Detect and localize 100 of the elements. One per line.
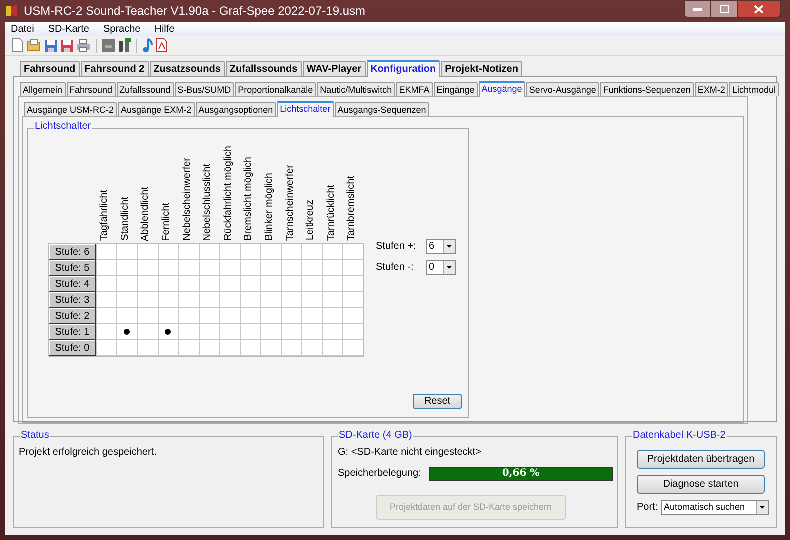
grid-cell[interactable] xyxy=(219,292,240,308)
grid-cell[interactable] xyxy=(198,308,220,324)
grid-cell[interactable] xyxy=(301,276,322,292)
tab[interactable]: Ausgänge xyxy=(478,81,526,97)
grid-cell[interactable] xyxy=(116,276,137,292)
tab[interactable]: Lichtmodul xyxy=(729,82,779,96)
tab[interactable]: Eingänge xyxy=(434,82,478,96)
grid-cell[interactable] xyxy=(96,244,116,260)
tab[interactable]: Fahrsound xyxy=(66,82,116,96)
maximize-button[interactable] xyxy=(711,0,737,18)
tab[interactable]: Proportionalkanäle xyxy=(235,82,316,96)
grid-cell[interactable] xyxy=(260,292,281,308)
grid-cell[interactable] xyxy=(301,324,322,340)
menu-item[interactable]: Hilfe xyxy=(154,22,175,36)
grid-cell[interactable] xyxy=(219,260,240,276)
grid-cell[interactable] xyxy=(240,340,260,356)
tab[interactable]: Fahrsound xyxy=(20,61,80,76)
grid-cell[interactable] xyxy=(342,276,363,292)
grid-cell[interactable] xyxy=(158,244,178,260)
grid-cell[interactable] xyxy=(198,340,220,356)
grid-cell[interactable] xyxy=(198,244,220,260)
grid-cell[interactable] xyxy=(301,260,322,276)
tab[interactable]: Lichtschalter xyxy=(277,101,334,117)
grid-cell[interactable] xyxy=(136,324,158,340)
grid-cell[interactable] xyxy=(96,340,116,356)
tab[interactable]: Allgemein xyxy=(20,82,66,96)
grid-cell[interactable] xyxy=(342,324,363,340)
grid-cell[interactable] xyxy=(116,244,137,260)
tab[interactable]: EXM-2 xyxy=(694,82,728,96)
grid-cell[interactable] xyxy=(322,292,342,308)
grid-cell[interactable] xyxy=(260,276,281,292)
grid-cell[interactable] xyxy=(116,292,137,308)
row-header[interactable]: Stufe: 0 xyxy=(49,340,96,356)
close-button[interactable] xyxy=(737,0,781,18)
grid-cell[interactable] xyxy=(322,260,342,276)
grid-cell[interactable] xyxy=(136,260,158,276)
grid-cell[interactable] xyxy=(158,260,178,276)
grid-cell[interactable] xyxy=(240,308,260,324)
tab[interactable]: EKMFA xyxy=(396,82,433,96)
grid-cell[interactable] xyxy=(260,324,281,340)
grid-cell[interactable] xyxy=(116,340,137,356)
grid-cell[interactable] xyxy=(260,308,281,324)
grid-cell[interactable] xyxy=(322,340,342,356)
grid-cell[interactable] xyxy=(322,244,342,260)
steps-dropdown[interactable]: 0 xyxy=(426,260,456,275)
grid-cell[interactable] xyxy=(219,308,240,324)
row-header[interactable]: Stufe: 3 xyxy=(49,292,96,308)
grid-cell[interactable] xyxy=(301,292,322,308)
printer-icon[interactable] xyxy=(76,38,91,52)
grid-cell[interactable] xyxy=(280,292,302,308)
grid-cell[interactable] xyxy=(219,276,240,292)
grid-cell[interactable] xyxy=(96,292,116,308)
grid-cell[interactable] xyxy=(240,244,260,260)
grid-cell[interactable] xyxy=(322,308,342,324)
grid-cell[interactable] xyxy=(136,276,158,292)
grid-cell[interactable] xyxy=(240,260,260,276)
device-icon[interactable] xyxy=(117,38,131,53)
row-header[interactable]: Stufe: 1 xyxy=(49,324,96,340)
grid-cell[interactable] xyxy=(280,244,302,260)
grid-cell[interactable] xyxy=(219,244,240,260)
grid-cell[interactable] xyxy=(280,308,302,324)
grid-cell[interactable] xyxy=(136,340,158,356)
tab[interactable]: Servo-Ausgänge xyxy=(526,82,600,96)
grid-cell[interactable] xyxy=(198,324,220,340)
grid-cell[interactable] xyxy=(301,340,322,356)
row-header[interactable]: Stufe: 5 xyxy=(49,260,96,276)
action-button[interactable]: Projektdaten übertragen xyxy=(637,450,765,469)
grid-cell[interactable] xyxy=(96,308,116,324)
grid-cell[interactable] xyxy=(260,260,281,276)
grid-cell[interactable] xyxy=(280,260,302,276)
grid-cell[interactable] xyxy=(136,244,158,260)
menu-item[interactable]: Sprache xyxy=(103,22,141,36)
music-note-icon[interactable] xyxy=(142,38,154,53)
grid-cell[interactable] xyxy=(301,308,322,324)
tab[interactable]: Funktions-Sequenzen xyxy=(600,82,694,96)
grid-cell[interactable] xyxy=(116,308,137,324)
grid-cell[interactable] xyxy=(280,276,302,292)
grid-cell[interactable] xyxy=(136,308,158,324)
grid-cell[interactable] xyxy=(158,324,178,340)
grid-cell[interactable] xyxy=(178,340,199,356)
grid-cell[interactable] xyxy=(342,244,363,260)
tab[interactable]: Ausgangsoptionen xyxy=(196,102,276,116)
tab[interactable]: Ausgänge EXM-2 xyxy=(118,102,195,116)
grid-cell[interactable] xyxy=(178,308,199,324)
steps-dropdown[interactable]: 6 xyxy=(426,239,456,254)
tab[interactable]: Zusatzsounds xyxy=(150,61,225,76)
grid-cell[interactable] xyxy=(158,340,178,356)
tab[interactable]: Konfiguration xyxy=(366,60,440,77)
grid-cell[interactable] xyxy=(178,324,199,340)
folder-icon[interactable] xyxy=(27,38,42,52)
grid-cell[interactable] xyxy=(301,244,322,260)
grid-cell[interactable] xyxy=(158,292,178,308)
grid-cell[interactable] xyxy=(240,292,260,308)
tab[interactable]: Ausgangs-Sequenzen xyxy=(334,102,430,116)
grid-cell[interactable] xyxy=(158,308,178,324)
row-header[interactable]: Stufe: 4 xyxy=(49,276,96,292)
grid-cell[interactable] xyxy=(342,260,363,276)
tab[interactable]: Ausgänge USM-RC-2 xyxy=(24,102,118,116)
grid-cell[interactable] xyxy=(96,324,116,340)
tab[interactable]: S-Bus/SUMD xyxy=(174,82,234,96)
